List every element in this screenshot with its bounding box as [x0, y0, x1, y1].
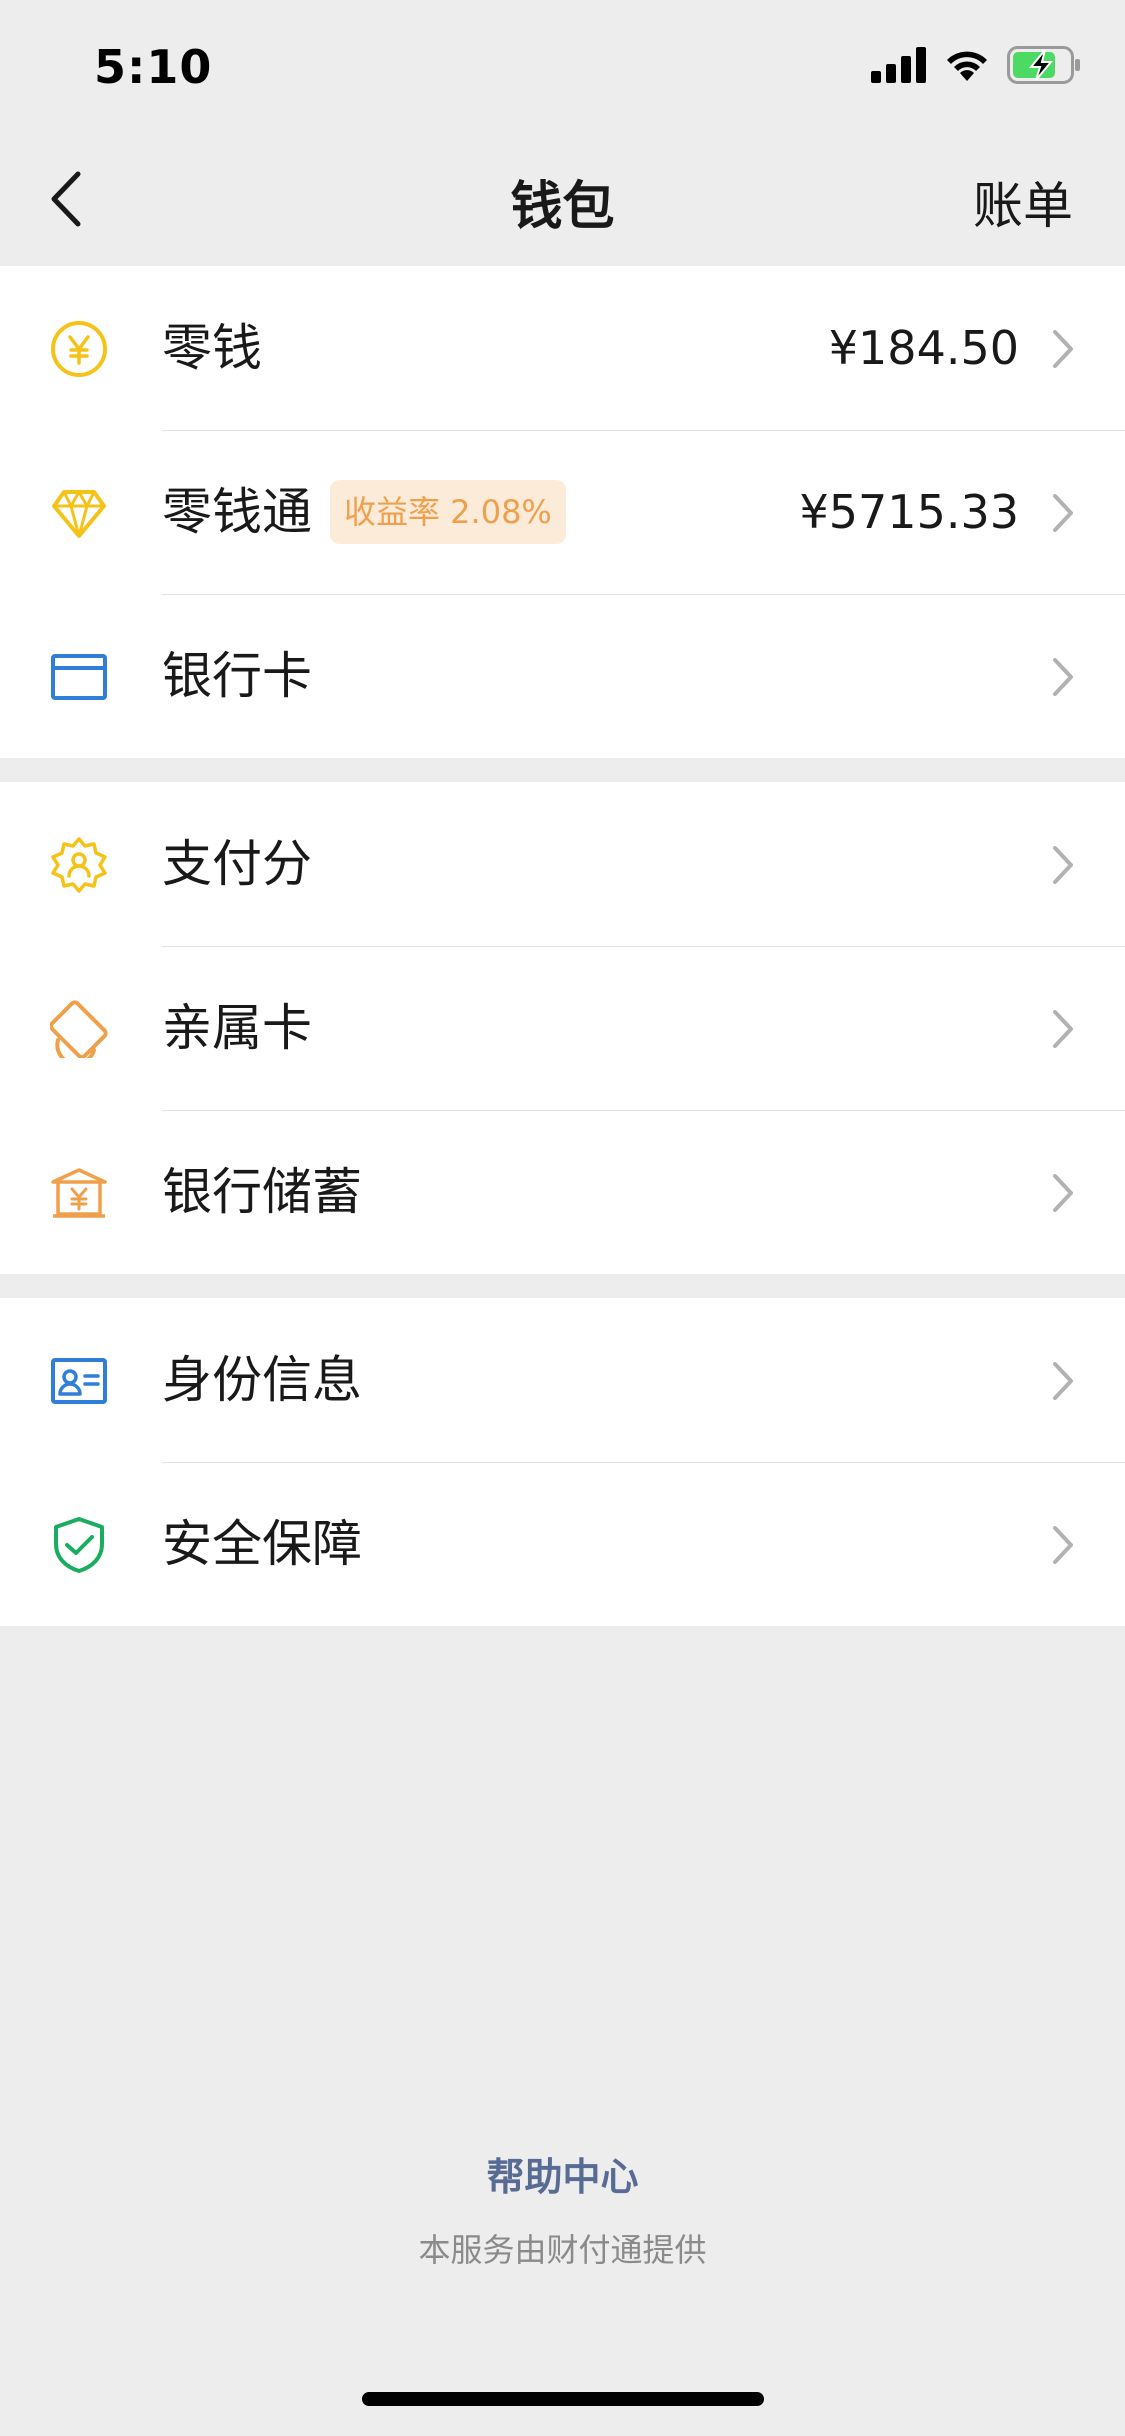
list-item-change[interactable]: 零钱 ¥184.50	[0, 266, 1125, 430]
chevron-right-icon	[1053, 330, 1073, 368]
navigation-bar: 钱包 账单	[0, 132, 1125, 266]
lingqiantong-balance: ¥5715.33	[799, 485, 1020, 539]
chevron-right-icon	[1053, 1362, 1073, 1400]
bank-card-icon	[50, 648, 108, 706]
cellular-signal-icon	[871, 47, 926, 83]
list-item-label: 支付分	[162, 835, 312, 893]
wallet-group-security: 身份信息 安全保障	[0, 1298, 1125, 1626]
chevron-right-icon	[1053, 658, 1073, 696]
list-item-label: 身份信息	[162, 1351, 362, 1409]
chevron-right-icon	[1053, 1174, 1073, 1212]
bill-button[interactable]: 账单	[973, 166, 1073, 238]
status-icons	[871, 46, 1081, 84]
diamond-icon	[50, 484, 108, 542]
list-item-label: 零钱通 收益率 2.08%	[162, 480, 566, 544]
list-item-bank-deposit[interactable]: 银行储蓄	[0, 1110, 1125, 1274]
list-item-family-card[interactable]: 亲属卡	[0, 946, 1125, 1110]
list-item-label: 亲属卡	[162, 999, 312, 1057]
battery-charging-icon	[1007, 46, 1080, 84]
yuan-coin-icon	[50, 320, 108, 378]
list-item-lingqiantong[interactable]: 零钱通 收益率 2.08% ¥5715.33	[0, 430, 1125, 594]
wallet-group-balance: 零钱 ¥184.50 零钱通 收益率 2.08% ¥5715.33 银行卡	[0, 266, 1125, 758]
status-bar: 5:10	[0, 0, 1125, 132]
chevron-right-icon	[1053, 1010, 1073, 1048]
list-item-bank-card[interactable]: 银行卡	[0, 594, 1125, 758]
chevron-right-icon	[1053, 1526, 1073, 1564]
help-center-link[interactable]: 帮助中心	[0, 2146, 1125, 2201]
home-indicator[interactable]	[362, 2392, 764, 2406]
yield-rate-badge: 收益率 2.08%	[330, 480, 566, 544]
wallet-group-services: 支付分 亲属卡 银行储蓄	[0, 782, 1125, 1274]
list-item-label: 安全保障	[162, 1515, 362, 1573]
bank-deposit-icon	[50, 1164, 108, 1222]
wifi-icon	[947, 51, 987, 81]
change-balance: ¥184.50	[828, 321, 1019, 375]
list-item-pay-score[interactable]: 支付分	[0, 782, 1125, 946]
page-title: 钱包	[510, 177, 615, 237]
id-card-icon	[50, 1352, 108, 1410]
footer: 帮助中心 本服务由财付通提供	[0, 2146, 1125, 2271]
family-card-icon	[50, 1000, 108, 1058]
list-item-security[interactable]: 安全保障	[0, 1462, 1125, 1626]
shield-check-icon	[50, 1516, 108, 1574]
status-time: 5:10	[94, 40, 213, 94]
provider-text: 本服务由财付通提供	[418, 2231, 707, 2269]
list-item-identity-info[interactable]: 身份信息	[0, 1298, 1125, 1462]
chevron-right-icon	[1053, 494, 1073, 532]
chevron-right-icon	[1053, 846, 1073, 884]
list-item-label: 银行储蓄	[162, 1163, 362, 1221]
list-item-label: 零钱	[162, 319, 262, 377]
list-item-label: 银行卡	[162, 647, 312, 705]
pay-score-icon	[50, 836, 108, 894]
